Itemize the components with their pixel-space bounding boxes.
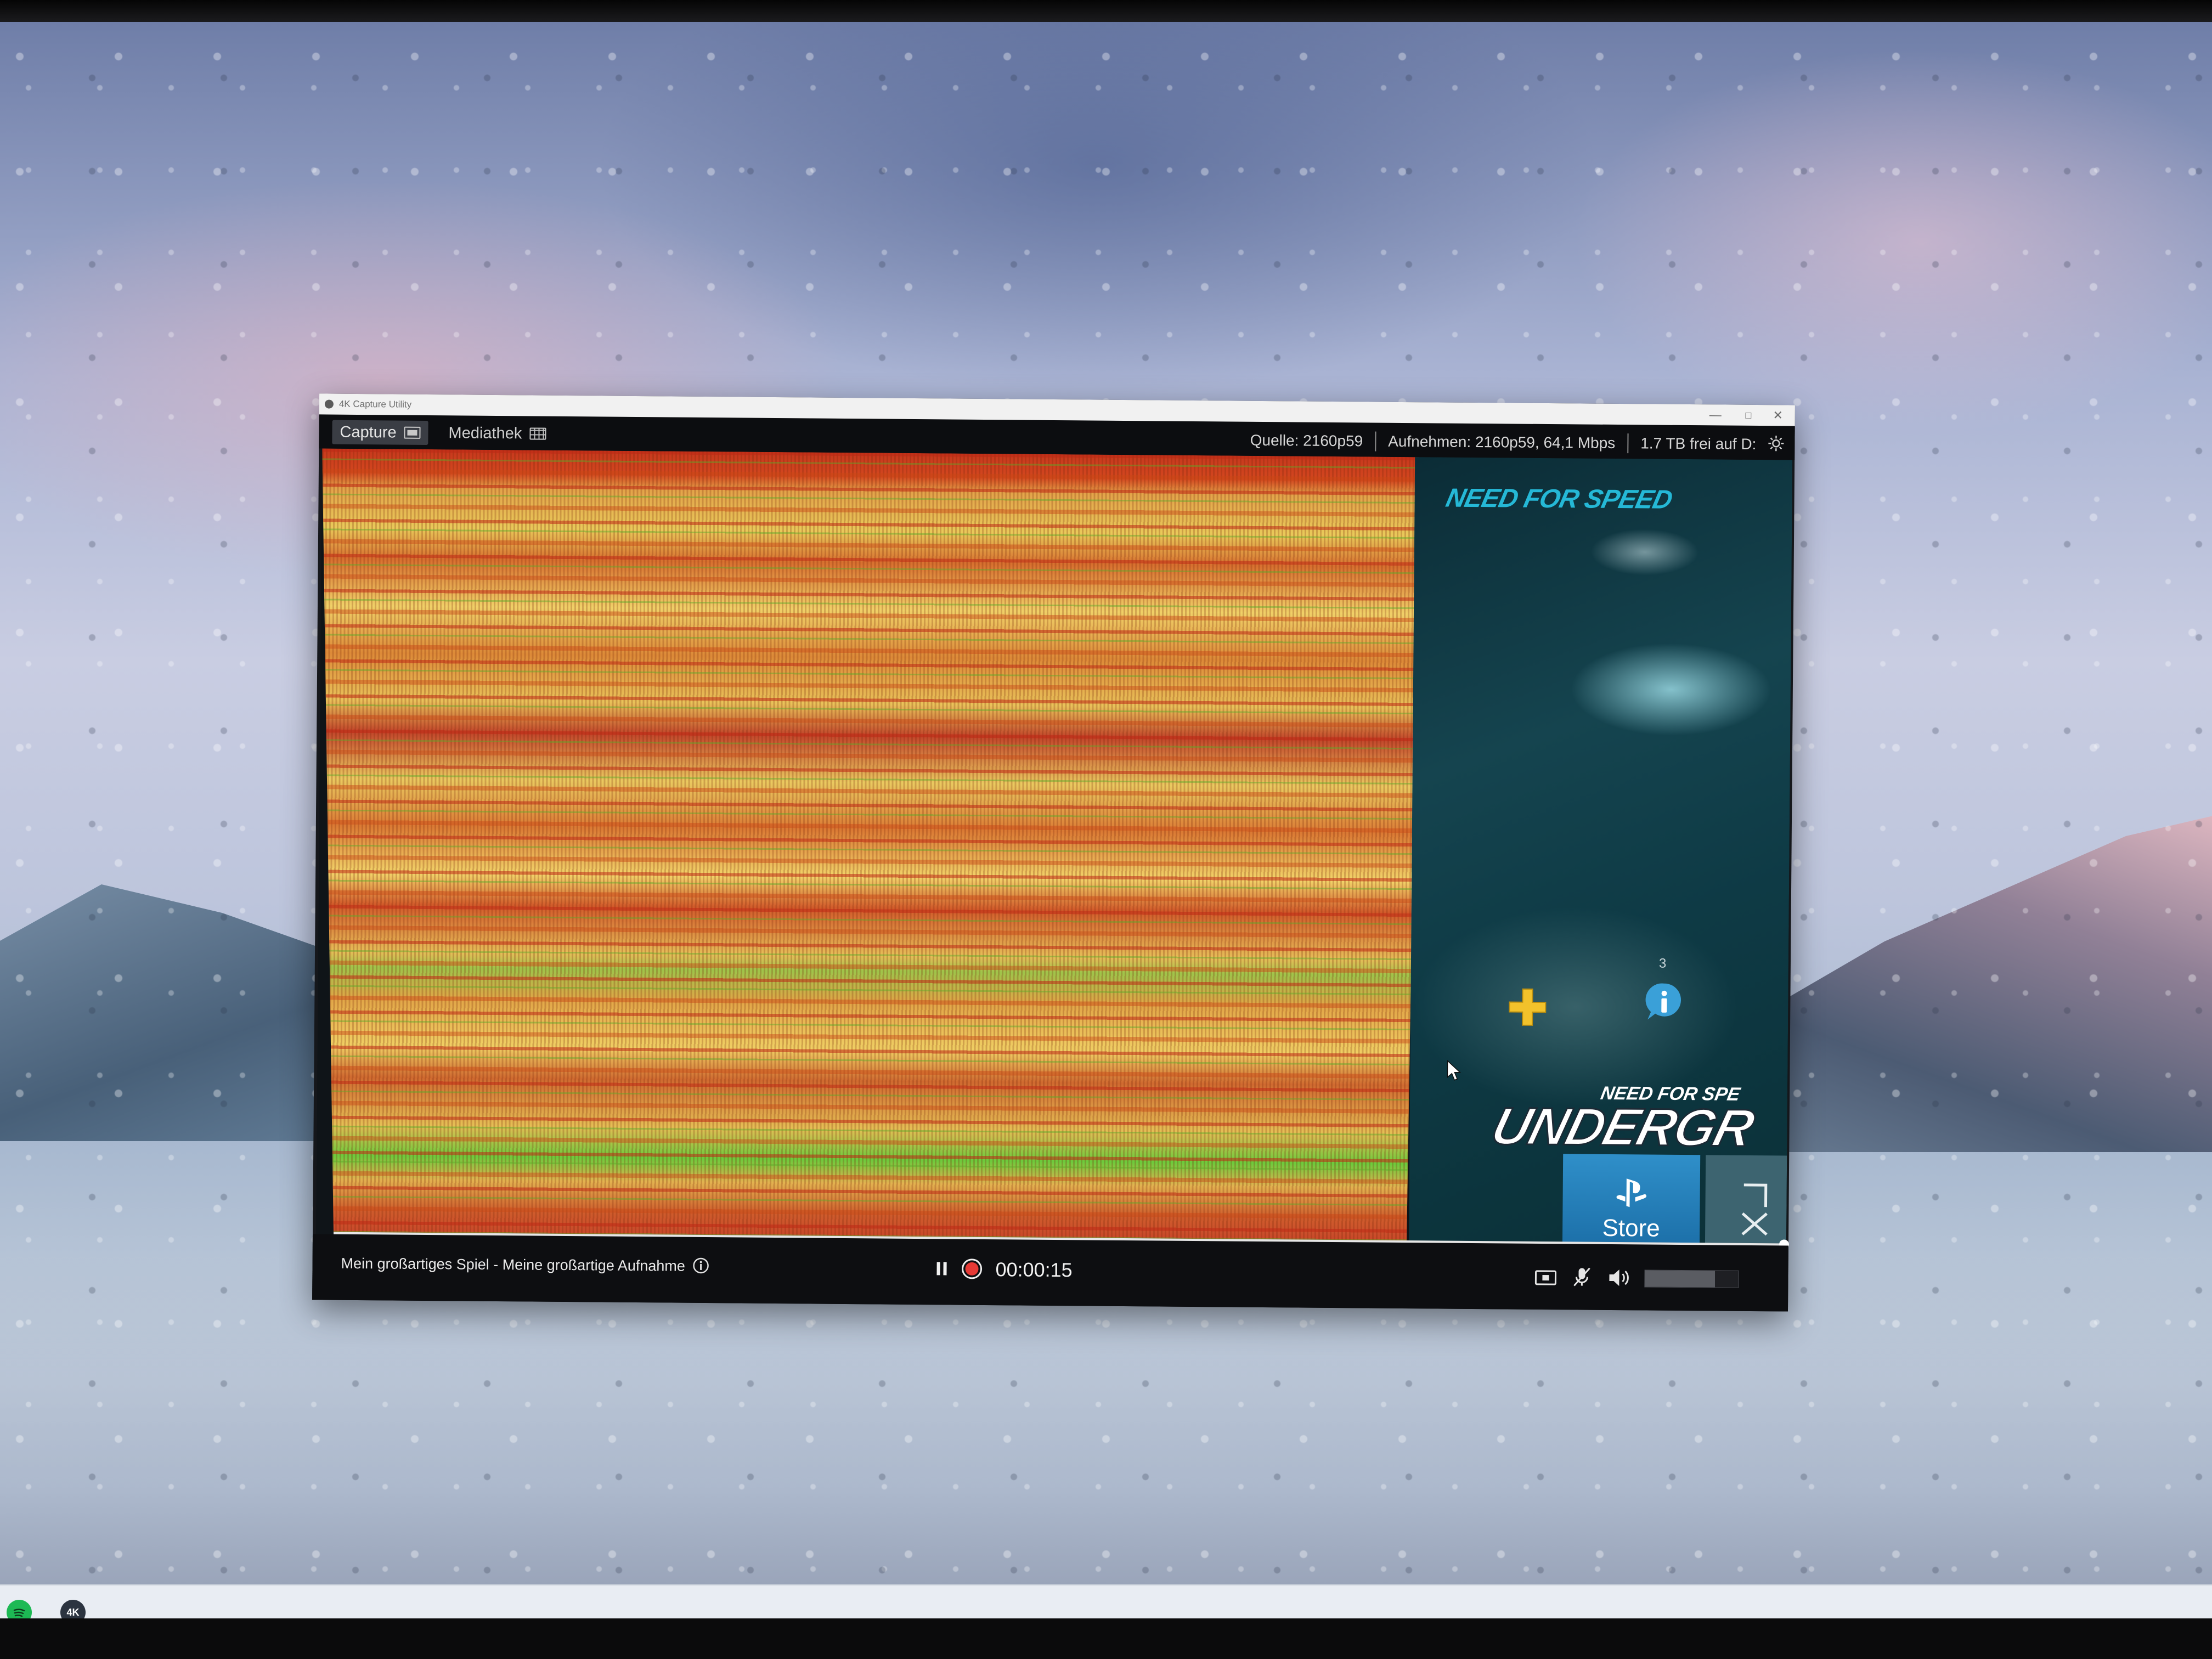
spotify-icon[interactable] [7, 1600, 32, 1618]
ps-plus-icon [1509, 988, 1547, 1026]
4k-app-icon[interactable]: 4K [60, 1600, 86, 1618]
gear-icon[interactable] [1767, 435, 1785, 452]
nfs-underground-tile[interactable]: NEED FOR SPE UNDERGR [1493, 1082, 1779, 1156]
ps-store-tile[interactable]: Store [1562, 1154, 1701, 1246]
spotify-waves-icon [13, 1609, 25, 1617]
photo-of-monitor: 4K Capture Utility — □ ✕ Capture Mediath… [0, 0, 2212, 1659]
recording-timer: 00:00:15 [995, 1258, 1073, 1282]
screenshot-icon[interactable] [1534, 1269, 1557, 1285]
capture-view-icon [404, 426, 421, 439]
close-window-button[interactable]: ✕ [1764, 407, 1792, 424]
pause-icon[interactable] [934, 1261, 949, 1276]
recording-status: Aufnehmen: 2160p59, 64,1 Mbps [1388, 432, 1616, 452]
next-tile[interactable] [1705, 1155, 1787, 1246]
tab-capture-label: Capture [340, 423, 397, 442]
cursor-icon [1447, 1059, 1462, 1081]
video-preview[interactable]: NEED FOR SPEED 3 NEED FOR SPE UNDERGR St… [316, 448, 1793, 1246]
monitor-bezel-top [0, 0, 2212, 22]
desktop-screen: 4K Capture Utility — □ ✕ Capture Mediath… [0, 22, 2212, 1618]
app-logo-icon [324, 399, 334, 409]
monitor-bezel-bottom [0, 1618, 2212, 1659]
mic-muted-icon[interactable] [1572, 1266, 1592, 1288]
grid-view-icon [529, 427, 546, 440]
store-label: Store [1602, 1214, 1660, 1242]
session-title[interactable]: Mein großartiges Spiel - Meine großartig… [341, 1255, 685, 1275]
taskbar: 4K [0, 1584, 2212, 1618]
need-for-speed-logo: NEED FOR SPEED [1443, 483, 1675, 515]
info-icon[interactable] [692, 1257, 709, 1274]
nfs-tile-title: UNDERGR [1493, 1096, 1760, 1156]
game-screen-panel: NEED FOR SPEED 3 NEED FOR SPE UNDERGR St… [1408, 457, 1793, 1246]
volume-icon[interactable] [1607, 1267, 1630, 1288]
tab-mediathek-label: Mediathek [448, 424, 522, 442]
capture-utility-window: 4K Capture Utility — □ ✕ Capture Mediath… [312, 393, 1795, 1312]
tab-mediathek[interactable]: Mediathek [441, 421, 554, 446]
playback-controls-bar: Mein großartiges Spiel - Meine großartig… [312, 1234, 1788, 1312]
playstation-icon [1616, 1178, 1647, 1207]
window-title: 4K Capture Utility [338, 398, 412, 410]
maximize-button[interactable]: □ [1735, 407, 1762, 424]
status-divider [1627, 433, 1629, 454]
status-info: Quelle: 2160p59 Aufnehmen: 2160p59, 64,1… [1250, 431, 1757, 454]
minimize-button[interactable]: — [1702, 407, 1729, 423]
info-badge-icon [1645, 983, 1681, 1020]
close-icon [1741, 1183, 1768, 1236]
notification-count: 3 [1658, 956, 1667, 971]
record-icon[interactable] [961, 1258, 983, 1280]
status-divider [1375, 431, 1376, 452]
corrupted-video-area [316, 448, 1419, 1243]
tab-capture[interactable]: Capture [332, 420, 428, 445]
volume-slider[interactable] [1644, 1269, 1739, 1288]
storage-status: 1.7 TB frei auf D: [1640, 435, 1757, 453]
source-status: Quelle: 2160p59 [1250, 431, 1363, 450]
